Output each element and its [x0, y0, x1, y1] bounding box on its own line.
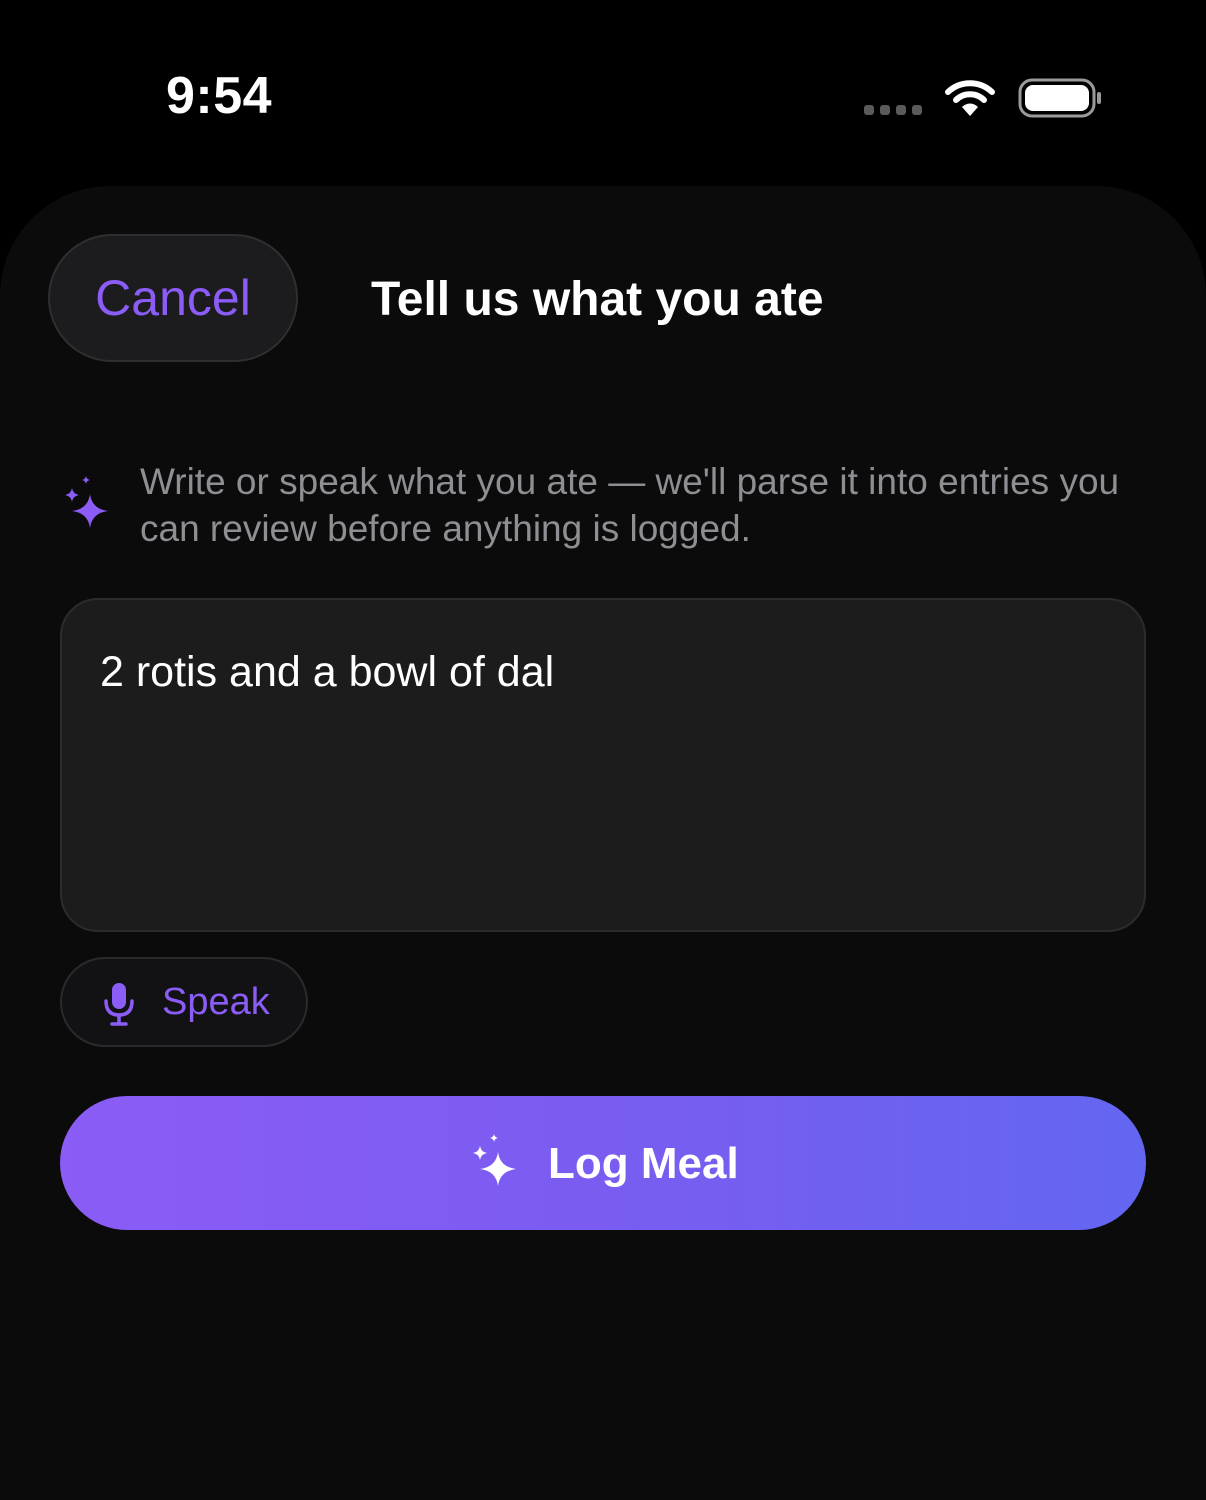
battery-icon	[1018, 78, 1101, 118]
log-meal-label: Log Meal	[548, 1139, 739, 1188]
page-title: Tell us what you ate	[371, 273, 824, 326]
speak-button[interactable]: Speak	[60, 957, 308, 1047]
log-meal-button[interactable]: Log Meal	[60, 1096, 1146, 1230]
speak-label: Speak	[162, 981, 270, 1023]
status-time: 9:54	[166, 67, 273, 125]
wifi-icon	[945, 80, 995, 116]
status-bar: 9:54	[0, 0, 1206, 190]
cellular-signal-icon	[864, 105, 922, 115]
hint-text: Write or speak what you ate — we'll pars…	[140, 461, 1120, 549]
sparkles-icon	[473, 1134, 516, 1186]
meal-description-field[interactable]: 2 rotis and a bowl of dal	[60, 598, 1146, 932]
microphone-icon	[104, 983, 134, 1026]
cancel-button[interactable]: Cancel	[48, 234, 298, 362]
sparkles-icon	[65, 476, 108, 528]
